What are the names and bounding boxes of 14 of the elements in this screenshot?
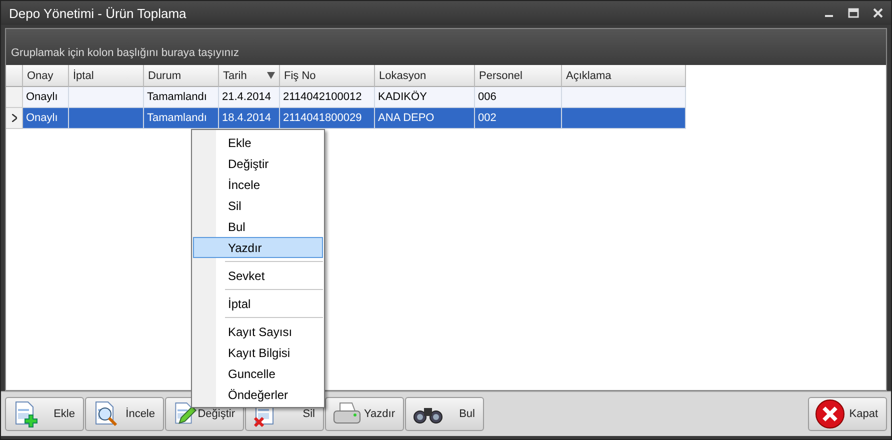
table-cell: KADIKÖY: [375, 87, 475, 108]
table-cell: 21.4.2014: [219, 87, 280, 108]
window-title: Depo Yönetimi - Ürün Toplama: [9, 6, 188, 20]
table-cell: Tamamlandı: [144, 87, 219, 108]
table-cell: 18.4.2014: [219, 108, 280, 129]
table-cell: ANA DEPO: [375, 108, 475, 129]
table-cell: 002: [475, 108, 562, 129]
group-hint: Gruplamak için kolon başlığını buraya taşıyınız: [11, 47, 240, 59]
table-cell: Tamamlandı: [144, 108, 219, 129]
table-cell: Onaylı: [23, 108, 69, 129]
table-cell: Onaylı: [23, 87, 69, 108]
table-cell: 2114041800029: [280, 108, 375, 129]
table-cell: 006: [475, 87, 562, 108]
table-cell: 2114042100012: [280, 87, 375, 108]
